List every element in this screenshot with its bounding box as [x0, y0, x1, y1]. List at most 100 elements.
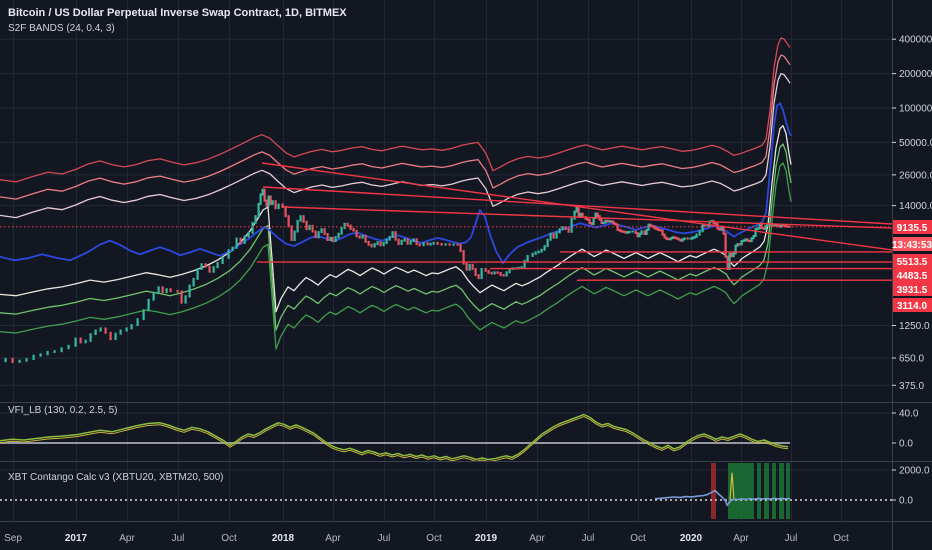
indicator-vfi-label[interactable]: VFI_LB (130, 0.2, 2.5, 5): [8, 405, 118, 416]
time-axis-label[interactable]: Oct: [630, 533, 646, 544]
price-candle: [216, 262, 219, 269]
price-candle: [79, 337, 82, 344]
price-candle: [634, 230, 637, 234]
price-candle: [732, 252, 735, 258]
time-axis-label[interactable]: Jul: [172, 533, 185, 544]
price-candle: [531, 252, 534, 257]
price-candle: [661, 229, 664, 236]
price-candle: [750, 237, 753, 243]
price-candle: [239, 237, 242, 244]
price-candle: [391, 231, 394, 238]
price-candle: [114, 332, 117, 341]
price-candle: [752, 234, 755, 240]
time-axis-label[interactable]: Oct: [833, 533, 849, 544]
price-candle: [567, 227, 570, 233]
price-axis-label[interactable]: 14000.0: [899, 201, 932, 212]
price-axis-label[interactable]: 2000.0: [899, 466, 930, 477]
price-axis-label[interactable]: 200000.0: [899, 69, 932, 80]
symbol-title[interactable]: Bitcoin / US Dollar Perpetual Inverse Sw…: [8, 7, 347, 19]
price-axis-label[interactable]: 0.0: [899, 439, 913, 450]
price-candle: [493, 271, 496, 275]
price-candle: [415, 238, 418, 246]
time-axis-label[interactable]: Apr: [733, 533, 749, 544]
time-axis-label[interactable]: Apr: [119, 533, 135, 544]
price-axis-label[interactable]: 650.0: [899, 353, 924, 364]
price-candle: [308, 224, 311, 231]
price-candle: [436, 241, 439, 245]
contango-green-bar: [779, 463, 784, 519]
price-candle: [671, 236, 674, 240]
price-candle: [484, 268, 487, 272]
price-candle: [53, 350, 56, 353]
time-axis-label[interactable]: Oct: [221, 533, 237, 544]
s2f-band-green-lower-2[interactable]: [0, 162, 792, 350]
price-candle: [465, 262, 468, 271]
s2f-band-white-lower[interactable]: [0, 125, 792, 313]
price-candle: [612, 220, 615, 225]
price-candle: [104, 327, 107, 334]
s2f-band-pink-mid[interactable]: [0, 72, 791, 219]
price-candle: [418, 243, 421, 247]
time-axis-label[interactable]: Jul: [785, 533, 798, 544]
time-axis-label[interactable]: Oct: [426, 533, 442, 544]
price-candle: [610, 220, 613, 223]
time-axis-label[interactable]: Sep: [4, 533, 22, 544]
price-candle: [590, 222, 593, 226]
price-candle: [624, 230, 627, 234]
price-candle: [109, 331, 112, 341]
price-candle: [643, 230, 646, 235]
price-candle: [343, 222, 346, 230]
time-axis-label[interactable]: 2017: [65, 533, 88, 544]
price-candle: [657, 228, 660, 232]
s2f-band-red-upper-2[interactable]: [0, 54, 791, 200]
price-candle: [730, 252, 733, 258]
price-candle: [575, 206, 578, 213]
price-candle: [382, 241, 385, 247]
price-candle: [346, 222, 349, 227]
contango-green-bar: [772, 463, 776, 519]
price-axis-label[interactable]: 1250.0: [899, 321, 930, 332]
time-axis-label[interactable]: 2018: [272, 533, 295, 544]
time-axis-label[interactable]: Jul: [582, 533, 595, 544]
indicator-contango-label[interactable]: XBT Contango Calc v3 (XBTU20, XBTM20, 50…: [8, 472, 223, 483]
vfi-line[interactable]: [0, 413, 789, 461]
price-axis-label[interactable]: 40.0: [899, 409, 919, 420]
price-candle: [243, 235, 246, 244]
price-candle: [119, 329, 122, 335]
time-axis-label[interactable]: Apr: [325, 533, 341, 544]
price-candle: [261, 188, 264, 196]
s2f-band-red-upper-1[interactable]: [0, 37, 791, 183]
time-axis-label[interactable]: Apr: [529, 533, 545, 544]
price-candle: [192, 277, 195, 287]
price-candle: [549, 232, 552, 241]
indicator-s2f-label[interactable]: S2F BANDS (24, 0.4, 3): [8, 23, 115, 34]
price-axis-label[interactable]: 0.0: [899, 496, 913, 507]
price-axis-label[interactable]: 100000.0: [899, 104, 932, 115]
price-candle: [701, 224, 704, 233]
time-axis-label[interactable]: 2020: [680, 533, 703, 544]
price-candle: [299, 215, 302, 222]
price-axis-label[interactable]: 375.0: [899, 381, 924, 392]
contango-blue-line[interactable]: [654, 489, 791, 507]
price-axis-label[interactable]: 50000.0: [899, 138, 932, 149]
price-candle: [693, 235, 696, 239]
chart-canvas[interactable]: 400000.0 200000.0 100000.0 50000.0 26000.0 14…: [0, 0, 932, 550]
price-candle: [655, 227, 658, 231]
price-candle: [724, 232, 727, 258]
price-candle: [602, 221, 605, 224]
price-candle: [622, 230, 625, 233]
price-axis-label[interactable]: 26000.0: [899, 170, 932, 181]
price-candle: [459, 243, 462, 253]
price-candle: [136, 318, 139, 327]
price-candle: [204, 263, 207, 268]
time-axis-label[interactable]: 2019: [475, 533, 498, 544]
price-candle: [561, 226, 564, 231]
price-candle: [669, 237, 672, 241]
price-candle: [337, 232, 340, 239]
price-candle: [32, 354, 35, 361]
price-axis-label[interactable]: 400000.0: [899, 35, 932, 46]
price-candle: [444, 243, 447, 246]
price-candle: [432, 241, 435, 245]
time-axis-label[interactable]: Jul: [378, 533, 391, 544]
price-candle: [686, 237, 689, 240]
